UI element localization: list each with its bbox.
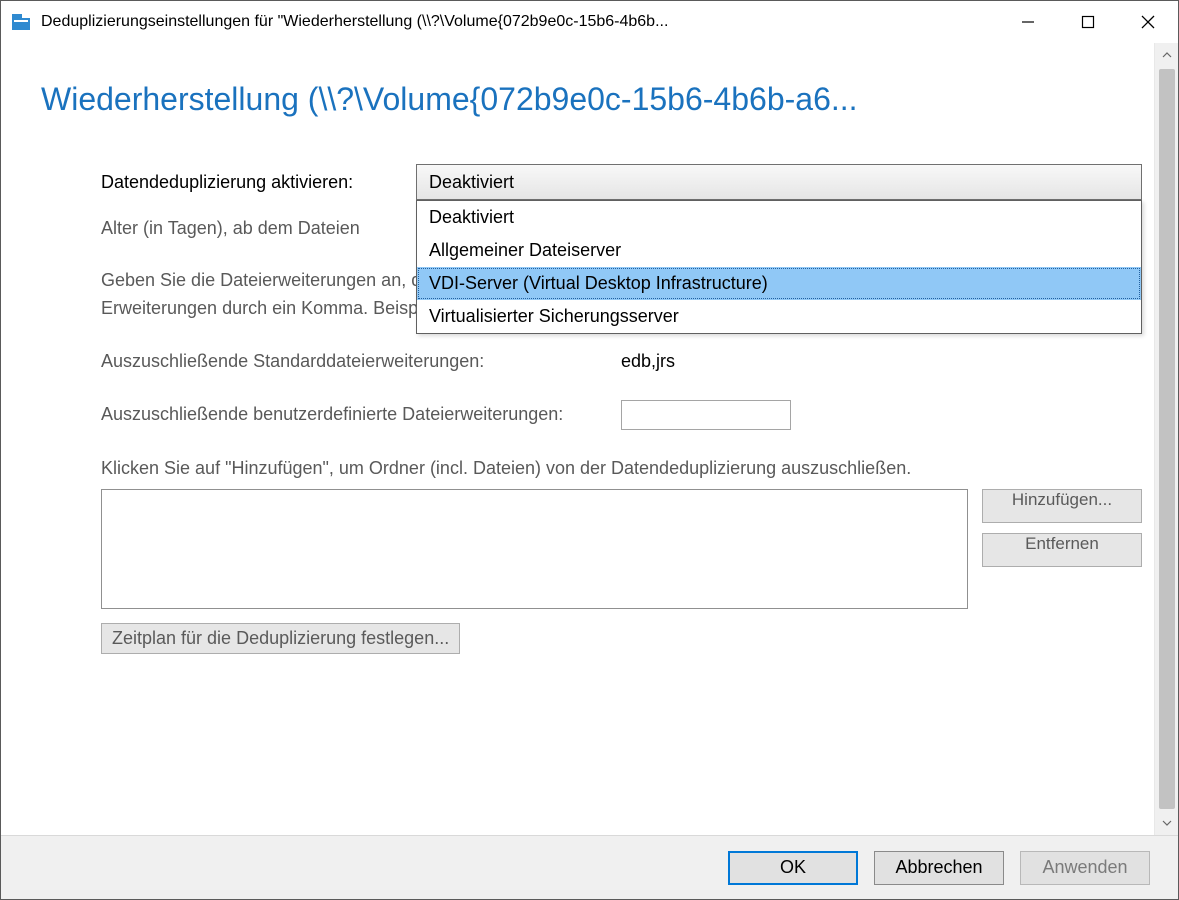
titlebar-text: Deduplizierungseinstellungen für "Wieder…	[41, 13, 998, 31]
close-button[interactable]	[1118, 1, 1178, 43]
custom-extensions-label: Auszuschließende benutzerdefinierte Date…	[101, 404, 621, 425]
folder-exclude-listbox[interactable]	[101, 489, 968, 609]
scroll-up-icon[interactable]	[1155, 43, 1178, 67]
custom-extensions-row: Auszuschließende benutzerdefinierte Date…	[101, 400, 1142, 430]
dialog-window: Deduplizierungseinstellungen für "Wieder…	[0, 0, 1179, 900]
combo-selected-text: Deaktiviert	[429, 172, 514, 193]
dialog-footer: OK Abbrechen Anwenden	[1, 835, 1178, 899]
vertical-scrollbar[interactable]	[1154, 43, 1178, 835]
folder-exclude-area: Hinzufügen... Entfernen	[101, 489, 1142, 609]
maximize-button[interactable]	[1058, 1, 1118, 43]
cancel-button[interactable]: Abbrechen	[874, 851, 1004, 885]
combo-display[interactable]: Deaktiviert	[416, 164, 1142, 200]
enable-label: Datendeduplizierung aktivieren:	[101, 172, 416, 193]
combo-option-allgemeiner-dateiserver[interactable]: Allgemeiner Dateiserver	[417, 234, 1141, 267]
default-extensions-row: Auszuschließende Standarddateierweiterun…	[101, 351, 1142, 372]
folder-exclude-buttons: Hinzufügen... Entfernen	[982, 489, 1142, 609]
client-area: Wiederherstellung (\\?\Volume{072b9e0c-1…	[1, 43, 1178, 899]
apply-button[interactable]: Anwenden	[1020, 851, 1150, 885]
default-extensions-value: edb,jrs	[621, 351, 675, 372]
enable-combo[interactable]: Deaktiviert Deaktiviert Allgemeiner Date…	[416, 164, 1142, 200]
folder-exclude-instruction: Klicken Sie auf "Hinzufügen", um Ordner …	[101, 458, 1142, 479]
page-title: Wiederherstellung (\\?\Volume{072b9e0c-1…	[41, 81, 1172, 118]
minimize-button[interactable]	[998, 1, 1058, 43]
schedule-row: Zeitplan für die Deduplizierung festlege…	[41, 623, 1172, 654]
combo-option-vdi-server[interactable]: VDI-Server (Virtual Desktop Infrastructu…	[417, 267, 1141, 300]
titlebar: Deduplizierungseinstellungen für "Wieder…	[1, 1, 1178, 43]
default-extensions-label: Auszuschließende Standarddateierweiterun…	[101, 351, 621, 372]
combo-option-virtualisierter-sicherungsserver[interactable]: Virtualisierter Sicherungsserver	[417, 300, 1141, 333]
scroll-down-icon[interactable]	[1155, 811, 1178, 835]
caption-buttons	[998, 1, 1178, 43]
ok-button[interactable]: OK	[728, 851, 858, 885]
custom-extensions-input[interactable]	[621, 400, 791, 430]
scroll-thumb[interactable]	[1159, 69, 1175, 809]
schedule-button[interactable]: Zeitplan für die Deduplizierung festlege…	[101, 623, 460, 654]
scroll-area: Wiederherstellung (\\?\Volume{072b9e0c-1…	[1, 43, 1178, 835]
add-button[interactable]: Hinzufügen...	[982, 489, 1142, 523]
remove-button[interactable]: Entfernen	[982, 533, 1142, 567]
combo-option-deaktiviert[interactable]: Deaktiviert	[417, 201, 1141, 234]
app-icon	[11, 12, 31, 32]
combo-dropdown-list: Deaktiviert Allgemeiner Dateiserver VDI-…	[416, 200, 1142, 334]
enable-row: Datendeduplizierung aktivieren: Deaktivi…	[101, 164, 1172, 200]
